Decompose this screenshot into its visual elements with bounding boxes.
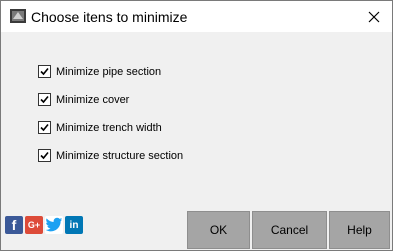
dialog-window: Choose itens to minimize Minimize pipe s…: [0, 0, 393, 251]
title-bar: Choose itens to minimize: [1, 1, 392, 32]
facebook-icon[interactable]: f: [5, 216, 23, 234]
option-minimize-structure-section[interactable]: Minimize structure section: [38, 149, 183, 162]
window-title: Choose itens to minimize: [31, 9, 188, 25]
option-label: Minimize cover: [56, 93, 130, 106]
checkbox[interactable]: [38, 65, 51, 78]
ok-button[interactable]: OK: [187, 211, 250, 249]
app-icon: [10, 9, 26, 23]
checkbox[interactable]: [38, 93, 51, 106]
help-button[interactable]: Help: [329, 211, 390, 249]
option-label: Minimize trench width: [56, 121, 162, 134]
option-minimize-trench-width[interactable]: Minimize trench width: [38, 121, 162, 134]
option-minimize-cover[interactable]: Minimize cover: [38, 93, 129, 106]
twitter-icon[interactable]: [45, 216, 63, 234]
linkedin-icon[interactable]: in: [65, 216, 83, 234]
checkbox[interactable]: [38, 149, 51, 162]
social-links: f G+ in: [5, 216, 85, 234]
cancel-button[interactable]: Cancel: [252, 211, 327, 249]
option-label: Minimize pipe section: [56, 65, 162, 78]
close-icon[interactable]: [356, 1, 392, 32]
option-minimize-pipe-section[interactable]: Minimize pipe section: [38, 65, 161, 78]
google-plus-icon[interactable]: G+: [25, 216, 43, 234]
checkbox[interactable]: [38, 121, 51, 134]
option-label: Minimize structure section: [56, 149, 184, 162]
